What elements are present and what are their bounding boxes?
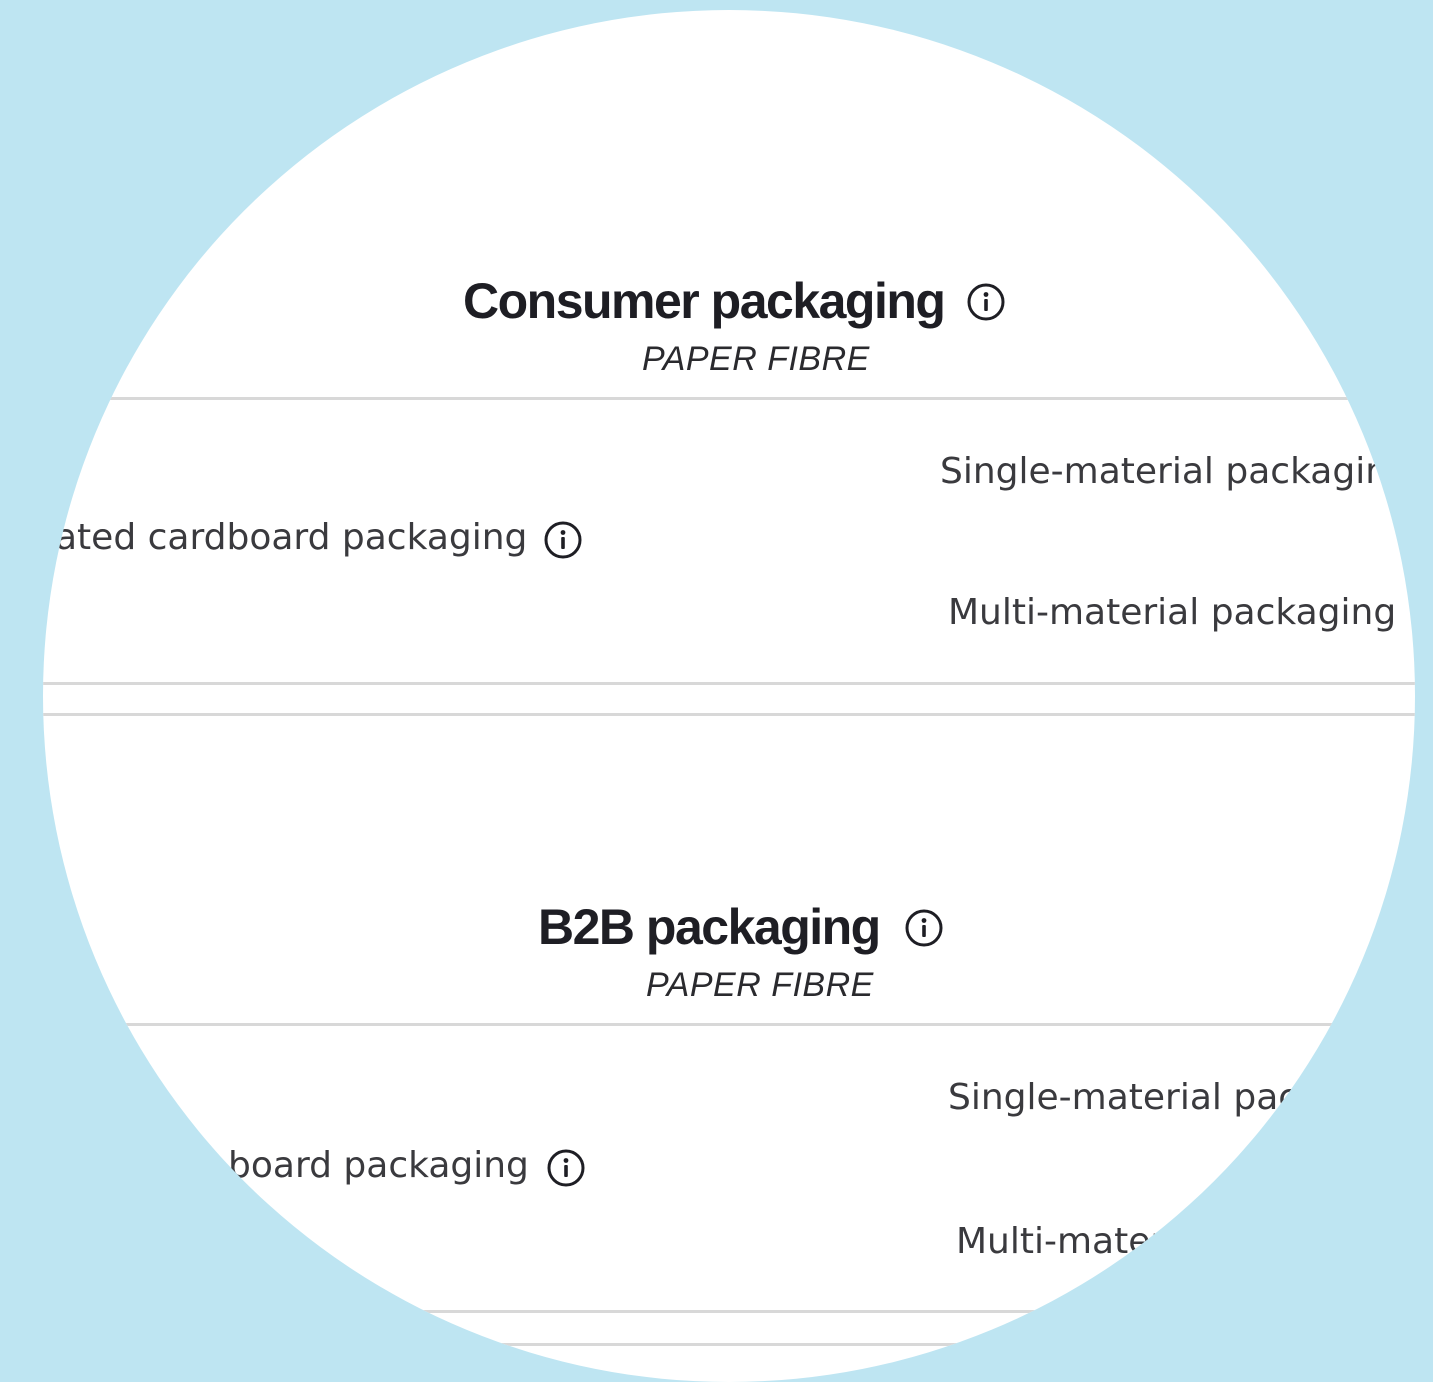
- b2b-packaging-title: B2B packaging: [538, 899, 881, 955]
- b2b-option-multi[interactable]: Multi-material packaging: [956, 1224, 1404, 1260]
- packaging-panel: Consumer packaging PAPER FIBRE ated card…: [43, 10, 1415, 1375]
- divider: [43, 1310, 1415, 1313]
- divider: [43, 397, 1415, 400]
- divider: [43, 713, 1415, 716]
- consumer-packaging-title: Consumer packaging: [463, 273, 946, 329]
- info-icon[interactable]: [543, 520, 583, 560]
- info-icon[interactable]: [966, 282, 1006, 322]
- b2b-option-single[interactable]: Single-material packaging: [948, 1080, 1415, 1116]
- divider: [43, 1023, 1415, 1026]
- b2b-packaging-subtitle: PAPER FIBRE: [646, 966, 874, 1004]
- consumer-option-multi[interactable]: Multi-material packaging: [948, 595, 1396, 631]
- info-icon[interactable]: [904, 908, 944, 948]
- divider: [43, 682, 1415, 685]
- consumer-row-label[interactable]: ated cardboard packaging: [55, 520, 527, 556]
- consumer-option-single[interactable]: Single-material packaging: [940, 454, 1382, 490]
- consumer-packaging-subtitle: PAPER FIBRE: [642, 340, 870, 378]
- divider: [43, 1343, 1415, 1346]
- b2b-row-label[interactable]: board packaging: [228, 1148, 529, 1184]
- consumer-option-single-clip: Single-material packaging: [940, 450, 1382, 500]
- info-icon[interactable]: [546, 1148, 586, 1188]
- magnifier-lens: Consumer packaging PAPER FIBRE ated card…: [43, 10, 1415, 1382]
